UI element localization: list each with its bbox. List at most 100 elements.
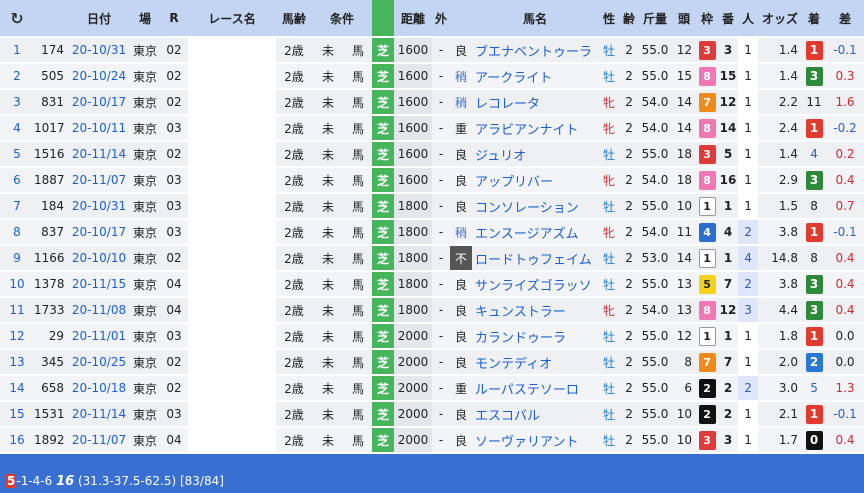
horse-name[interactable]: エスコバル xyxy=(472,401,599,428)
outer-course: - xyxy=(432,63,451,90)
race-date[interactable]: 20-11/07 xyxy=(68,427,130,454)
table-row[interactable]: 6 1887 20-11/07 東京 03 2歳未馬芝 1600- 良アップリバー牝 2 54.0… xyxy=(0,167,864,194)
horse-name[interactable]: レコレータ xyxy=(472,89,599,116)
going: 良 xyxy=(450,297,473,324)
race-date[interactable]: 20-11/01 xyxy=(68,323,130,350)
race-number: 04 xyxy=(160,427,188,454)
col-going[interactable] xyxy=(450,0,473,38)
table-row[interactable]: 15 1531 20-11/14 東京 03 2歳未馬芝 2000- 良エスコバル牡 2 55.0… xyxy=(0,401,864,428)
odds: 2.4 xyxy=(758,115,803,142)
race-date[interactable]: 20-10/11 xyxy=(68,115,130,142)
horse-name[interactable]: アップリバー xyxy=(472,167,599,194)
col-margin[interactable]: 差 xyxy=(826,0,864,38)
race-date[interactable]: 20-10/31 xyxy=(68,193,130,220)
race-date[interactable]: 20-10/24 xyxy=(68,63,130,90)
race-date[interactable]: 20-11/07 xyxy=(68,167,130,194)
horse-name[interactable]: アラビアンナイト xyxy=(472,115,599,142)
runners: 13 xyxy=(672,271,697,298)
race-condition: 未 xyxy=(312,427,344,454)
table-row[interactable]: 9 1166 20-10/10 東京 02 2歳未馬芝 1800- 不ロードトゥフェイム牡 2 5… xyxy=(0,245,864,272)
col-condition[interactable]: 条件 xyxy=(312,0,373,38)
horse-type: 馬 xyxy=(344,141,373,168)
odds: 1.8 xyxy=(758,323,803,350)
col-track[interactable] xyxy=(372,0,395,38)
finish-position: 11 xyxy=(802,89,827,116)
finish-badge: 11 xyxy=(806,94,822,109)
col-popularity[interactable]: 人 xyxy=(738,0,759,38)
col-horse-name[interactable]: 馬名 xyxy=(472,0,599,38)
table-row[interactable]: 11 1733 20-11/08 東京 04 2歳未馬芝 1800- 良キュンストラー牝 2 54… xyxy=(0,297,864,324)
race-date[interactable]: 20-11/14 xyxy=(68,141,130,168)
runners: 13 xyxy=(672,297,697,324)
race-date[interactable]: 20-10/17 xyxy=(68,89,130,116)
col-date[interactable]: 日付 xyxy=(68,0,130,38)
runners: 12 xyxy=(672,323,697,350)
horse-name[interactable]: カランドゥーラ xyxy=(472,323,599,350)
row-number: 5 xyxy=(0,141,34,168)
race-date[interactable]: 20-11/14 xyxy=(68,401,130,428)
col-horse-age[interactable]: 齢 xyxy=(620,0,639,38)
table-row[interactable]: 3 831 20-10/17 東京 02 2歳未馬芝 1600- 稍レコレータ牝 2 54.0 14… xyxy=(0,89,864,116)
row-number: 3 xyxy=(0,89,34,116)
col-odds[interactable]: オッズ xyxy=(758,0,803,38)
col-outer[interactable]: 外 xyxy=(432,0,451,38)
race-date[interactable]: 20-10/17 xyxy=(68,219,130,246)
horse-name[interactable]: ルーパステソーロ xyxy=(472,375,599,402)
table-row[interactable]: 4 1017 20-10/11 東京 03 2歳未馬芝 1600- 重アラビアンナイト牝 2 54… xyxy=(0,115,864,142)
horse-name[interactable]: モンテディオ xyxy=(472,349,599,376)
table-row[interactable]: 14 658 20-10/18 東京 02 2歳未馬芝 2000- 重ルーパステソーロ牡 2 55… xyxy=(0,375,864,402)
race-date[interactable]: 20-10/10 xyxy=(68,245,130,272)
outer-course: - xyxy=(432,141,451,168)
track-surface: 芝 xyxy=(372,167,395,194)
horse-name[interactable]: アークライト xyxy=(472,63,599,90)
frame-number: 1 xyxy=(696,245,719,272)
horse-type: 馬 xyxy=(344,167,373,194)
table-row[interactable]: 2 505 20-10/24 東京 02 2歳未馬芝 1600- 稍アークライト牡 2 55.0 1… xyxy=(0,63,864,90)
horse-name[interactable]: ブエナベントゥーラ xyxy=(472,37,599,64)
horse-name[interactable]: ロードトゥフェイム xyxy=(472,245,599,272)
table-row[interactable]: 5 1516 20-11/14 東京 02 2歳未馬芝 1600- 良ジュリオ牡 2 55.0 18… xyxy=(0,141,864,168)
race-results-table: ↻ 日付 場 R レース名 馬齢 条件 距離 外 馬名 性 齢 斤量 頭 枠 番… xyxy=(0,0,864,454)
table-row[interactable]: 8 837 20-10/17 東京 03 2歳未馬芝 1800- 稍エンスージアズム牝 2 54.… xyxy=(0,219,864,246)
table-row[interactable]: 10 1378 20-11/15 東京 04 2歳未馬芝 1800- 良サンライズゴラッソ牡 2… xyxy=(0,271,864,298)
col-weight[interactable]: 斤量 xyxy=(638,0,673,38)
reload-button[interactable]: ↻ xyxy=(0,0,34,38)
popularity: 1 xyxy=(738,63,759,90)
race-date[interactable]: 20-11/15 xyxy=(68,271,130,298)
racecourse: 東京 xyxy=(130,193,160,220)
col-race-name[interactable]: レース名 xyxy=(188,0,276,38)
col-distance[interactable]: 距離 xyxy=(394,0,433,38)
race-date[interactable]: 20-10/25 xyxy=(68,349,130,376)
horse-name[interactable]: ジュリオ xyxy=(472,141,599,168)
col-number[interactable]: 番 xyxy=(718,0,739,38)
distance: 1600 xyxy=(394,63,433,90)
horse-number: 1 xyxy=(718,193,739,220)
horse-name[interactable]: コンソレーション xyxy=(472,193,599,220)
table-row[interactable]: 16 1892 20-11/07 東京 04 2歳未馬芝 2000- 良ソーヴァリアント牡 2 5… xyxy=(0,427,864,454)
horse-name[interactable]: サンライズゴラッソ xyxy=(472,271,599,298)
horse-type: 馬 xyxy=(344,401,373,428)
race-name xyxy=(188,427,276,454)
horse-name[interactable]: エンスージアズム xyxy=(472,219,599,246)
horse-name[interactable]: キュンストラー xyxy=(472,297,599,324)
col-age[interactable]: 馬齢 xyxy=(276,0,312,38)
runners: 6 xyxy=(672,375,697,402)
going: 稍 xyxy=(450,89,473,116)
table-row[interactable]: 1 174 20-10/31 東京 02 2歳未馬芝 1600- 良ブエナベントゥーラ牡 2 55… xyxy=(0,37,864,64)
col-race-no[interactable]: R xyxy=(160,0,188,38)
table-row[interactable]: 7 184 20-10/31 東京 03 2歳未馬芝 1800- 良コンソレーション牡 2 55.… xyxy=(0,193,864,220)
horse-age: 2 xyxy=(620,375,639,402)
col-sex[interactable]: 性 xyxy=(598,0,621,38)
race-date[interactable]: 20-11/08 xyxy=(68,297,130,324)
col-frame[interactable]: 枠 xyxy=(696,0,719,38)
race-date[interactable]: 20-10/18 xyxy=(68,375,130,402)
col-finish[interactable]: 着 xyxy=(802,0,827,38)
horse-name[interactable]: ソーヴァリアント xyxy=(472,427,599,454)
col-place[interactable]: 場 xyxy=(130,0,160,38)
table-row[interactable]: 12 29 20-11/01 東京 03 2歳未馬芝 2000- 良カランドゥーラ牡 2 55.0… xyxy=(0,323,864,350)
margin: -0.1 xyxy=(826,219,864,246)
col-runners[interactable]: 頭 xyxy=(672,0,697,38)
row-number: 8 xyxy=(0,219,34,246)
race-date[interactable]: 20-10/31 xyxy=(68,37,130,64)
table-row[interactable]: 13 345 20-10/25 東京 02 2歳未馬芝 2000- 良モンテディオ牡 2 55.0… xyxy=(0,349,864,376)
